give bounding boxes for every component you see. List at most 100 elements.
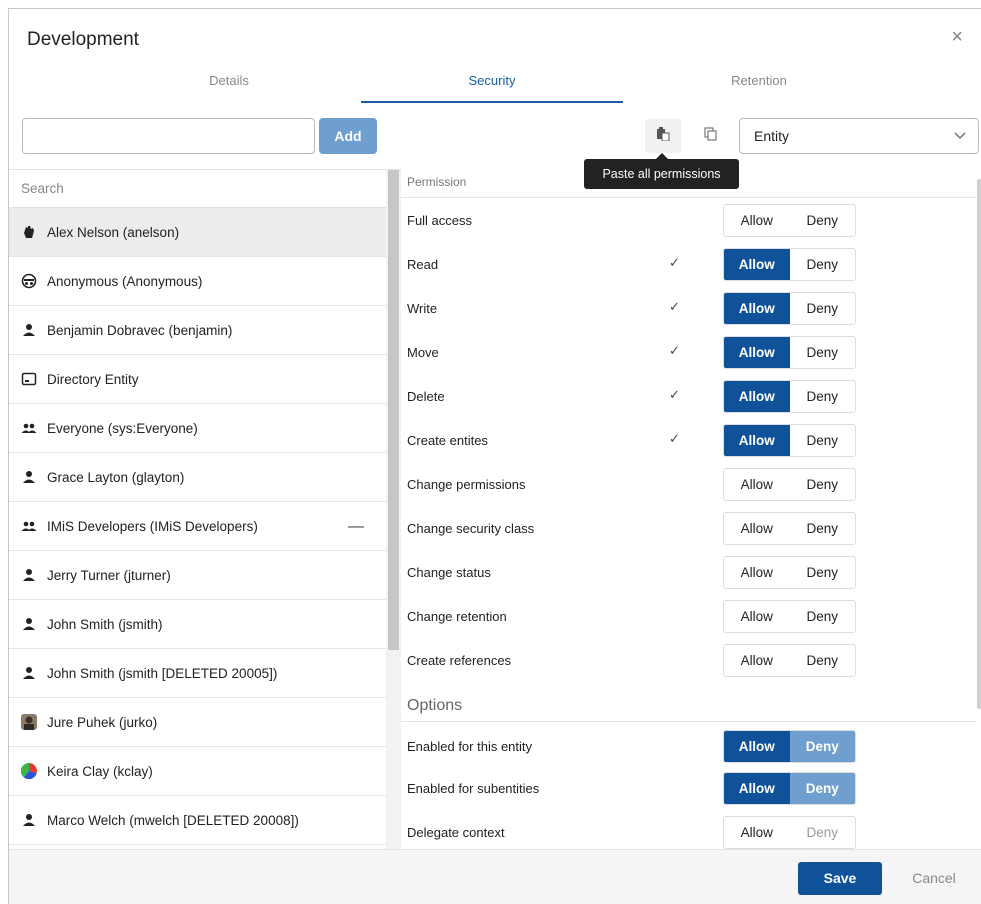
- user-item-imis-developers[interactable]: IMiS Developers (IMiS Developers) —: [9, 502, 386, 551]
- user-item-label: Keira Clay (kclay): [47, 763, 153, 779]
- option-row: Enabled for subentities Allow Deny: [401, 767, 976, 811]
- close-icon[interactable]: ×: [951, 27, 963, 47]
- directory-icon: [21, 371, 37, 387]
- chevron-down-icon: [954, 119, 966, 166]
- anonymous-icon: [21, 273, 37, 289]
- deny-button[interactable]: Deny: [790, 645, 856, 676]
- user-search-input[interactable]: [22, 118, 315, 154]
- allow-button[interactable]: Allow: [724, 817, 790, 848]
- save-button[interactable]: Save: [798, 862, 882, 895]
- paste-permissions-button[interactable]: [645, 119, 681, 153]
- copy-permissions-button[interactable]: [693, 119, 729, 153]
- allow-deny-toggle: Allow Deny: [723, 204, 856, 237]
- allow-button[interactable]: Allow: [724, 513, 790, 544]
- user-item-directory-entity[interactable]: Directory Entity: [9, 355, 386, 404]
- permission-label: Delete: [407, 389, 445, 404]
- permissions-scrollbar[interactable]: [976, 169, 981, 849]
- user-item-keira-clay[interactable]: Keira Clay (kclay): [9, 747, 386, 796]
- person-icon: [21, 567, 37, 583]
- add-button[interactable]: Add: [319, 118, 377, 154]
- tab-details[interactable]: Details: [109, 69, 349, 103]
- deny-button[interactable]: Deny: [789, 773, 855, 804]
- deny-button[interactable]: Deny: [789, 731, 855, 762]
- allow-button[interactable]: Allow: [724, 601, 790, 632]
- deny-button[interactable]: Deny: [790, 205, 856, 236]
- scrollbar-thumb[interactable]: [977, 179, 981, 709]
- user-item-anonymous[interactable]: Anonymous (Anonymous): [9, 257, 386, 306]
- entity-scope-select[interactable]: Entity: [739, 118, 979, 154]
- user-item-benjamin[interactable]: Benjamin Dobravec (benjamin): [9, 306, 386, 355]
- deny-button[interactable]: Deny: [790, 817, 856, 848]
- person-icon: [21, 616, 37, 632]
- allow-button[interactable]: Allow: [724, 469, 790, 500]
- cancel-button[interactable]: Cancel: [902, 862, 966, 895]
- user-item-john-smith[interactable]: John Smith (jsmith): [9, 600, 386, 649]
- permission-label: Change retention: [407, 609, 507, 624]
- tab-security[interactable]: Security: [361, 69, 623, 103]
- check-icon: ✓: [669, 431, 680, 446]
- user-item-alex-nelson[interactable]: Alex Nelson (anelson): [9, 208, 386, 257]
- deny-button[interactable]: Deny: [790, 249, 856, 280]
- photo-avatar-icon: [21, 714, 37, 730]
- deny-button[interactable]: Deny: [790, 337, 856, 368]
- deny-button[interactable]: Deny: [790, 557, 856, 588]
- allow-deny-toggle: Allow Deny: [723, 336, 856, 369]
- user-item-john-smith-deleted[interactable]: John Smith (jsmith [DELETED 20005]): [9, 649, 386, 698]
- user-item-marco-welch[interactable]: Marco Welch (mwelch [DELETED 20008]): [9, 796, 386, 845]
- permission-row: Create references Allow Deny: [401, 639, 976, 683]
- allow-deny-toggle: Allow Deny: [723, 556, 856, 589]
- user-item-jerry-turner[interactable]: Jerry Turner (jturner): [9, 551, 386, 600]
- user-search-label[interactable]: Search: [9, 170, 401, 208]
- allow-button[interactable]: Allow: [724, 557, 790, 588]
- paste-tooltip: Paste all permissions: [584, 153, 739, 189]
- security-dialog: Development × Details Security Retention…: [8, 8, 981, 904]
- allow-button[interactable]: Allow: [724, 773, 790, 804]
- tab-retention[interactable]: Retention: [639, 69, 879, 103]
- permission-column-header: Permission: [407, 175, 467, 189]
- user-item-grace-layton[interactable]: Grace Layton (glayton): [9, 453, 386, 502]
- option-label: Enabled for this entity: [407, 739, 533, 754]
- allow-deny-toggle: Allow Deny: [723, 512, 856, 545]
- allow-button[interactable]: Allow: [724, 645, 790, 676]
- scrollbar-thumb[interactable]: [388, 170, 399, 650]
- allow-button[interactable]: Allow: [724, 249, 790, 280]
- permission-row: Full access Allow Deny: [401, 199, 976, 243]
- entity-select-value: Entity: [754, 128, 790, 144]
- permission-row: Change status Allow Deny: [401, 551, 976, 595]
- allow-button[interactable]: Allow: [724, 425, 790, 456]
- deny-button[interactable]: Deny: [790, 601, 856, 632]
- permission-label: Change status: [407, 565, 491, 580]
- check-icon: ✓: [669, 387, 680, 402]
- person-icon: [21, 469, 37, 485]
- allow-deny-toggle: Allow Deny: [723, 248, 856, 281]
- permission-label: Change permissions: [407, 477, 526, 492]
- user-item-jure-puhek[interactable]: Jure Puhek (jurko): [9, 698, 386, 747]
- allow-deny-toggle: Allow Deny: [723, 424, 856, 457]
- dialog-title: Development: [27, 29, 139, 50]
- allow-button[interactable]: Allow: [724, 205, 790, 236]
- deny-button[interactable]: Deny: [790, 513, 856, 544]
- remove-icon[interactable]: —: [348, 518, 364, 536]
- allow-deny-toggle: Allow Deny: [723, 600, 856, 633]
- deny-button[interactable]: Deny: [790, 381, 856, 412]
- permission-row: Move ✓ Allow Deny: [401, 331, 976, 375]
- allow-button[interactable]: Allow: [724, 293, 790, 324]
- person-icon: [21, 812, 37, 828]
- deny-button[interactable]: Deny: [790, 425, 856, 456]
- permissions-panel: Permission Full access Allow Deny Read ✓…: [401, 169, 981, 849]
- user-item-label: Anonymous (Anonymous): [47, 273, 203, 289]
- permission-row: Change permissions Allow Deny: [401, 463, 976, 507]
- deny-button[interactable]: Deny: [790, 469, 856, 500]
- allow-button[interactable]: Allow: [724, 381, 790, 412]
- permission-row: Change security class Allow Deny: [401, 507, 976, 551]
- user-item-everyone[interactable]: Everyone (sys:Everyone): [9, 404, 386, 453]
- deny-button[interactable]: Deny: [790, 293, 856, 324]
- user-list-panel: Search Alex Nelson (anelson) Anonymous (…: [9, 169, 401, 849]
- option-row: Enabled for this entity Allow Deny: [401, 725, 976, 769]
- allow-button[interactable]: Allow: [724, 337, 790, 368]
- allow-button[interactable]: Allow: [724, 731, 790, 762]
- permission-label: Create entites: [407, 433, 488, 448]
- option-row: Delegate context Allow Deny: [401, 811, 976, 849]
- user-item-label: Jerry Turner (jturner): [47, 567, 171, 583]
- user-list-scrollbar[interactable]: [386, 170, 401, 849]
